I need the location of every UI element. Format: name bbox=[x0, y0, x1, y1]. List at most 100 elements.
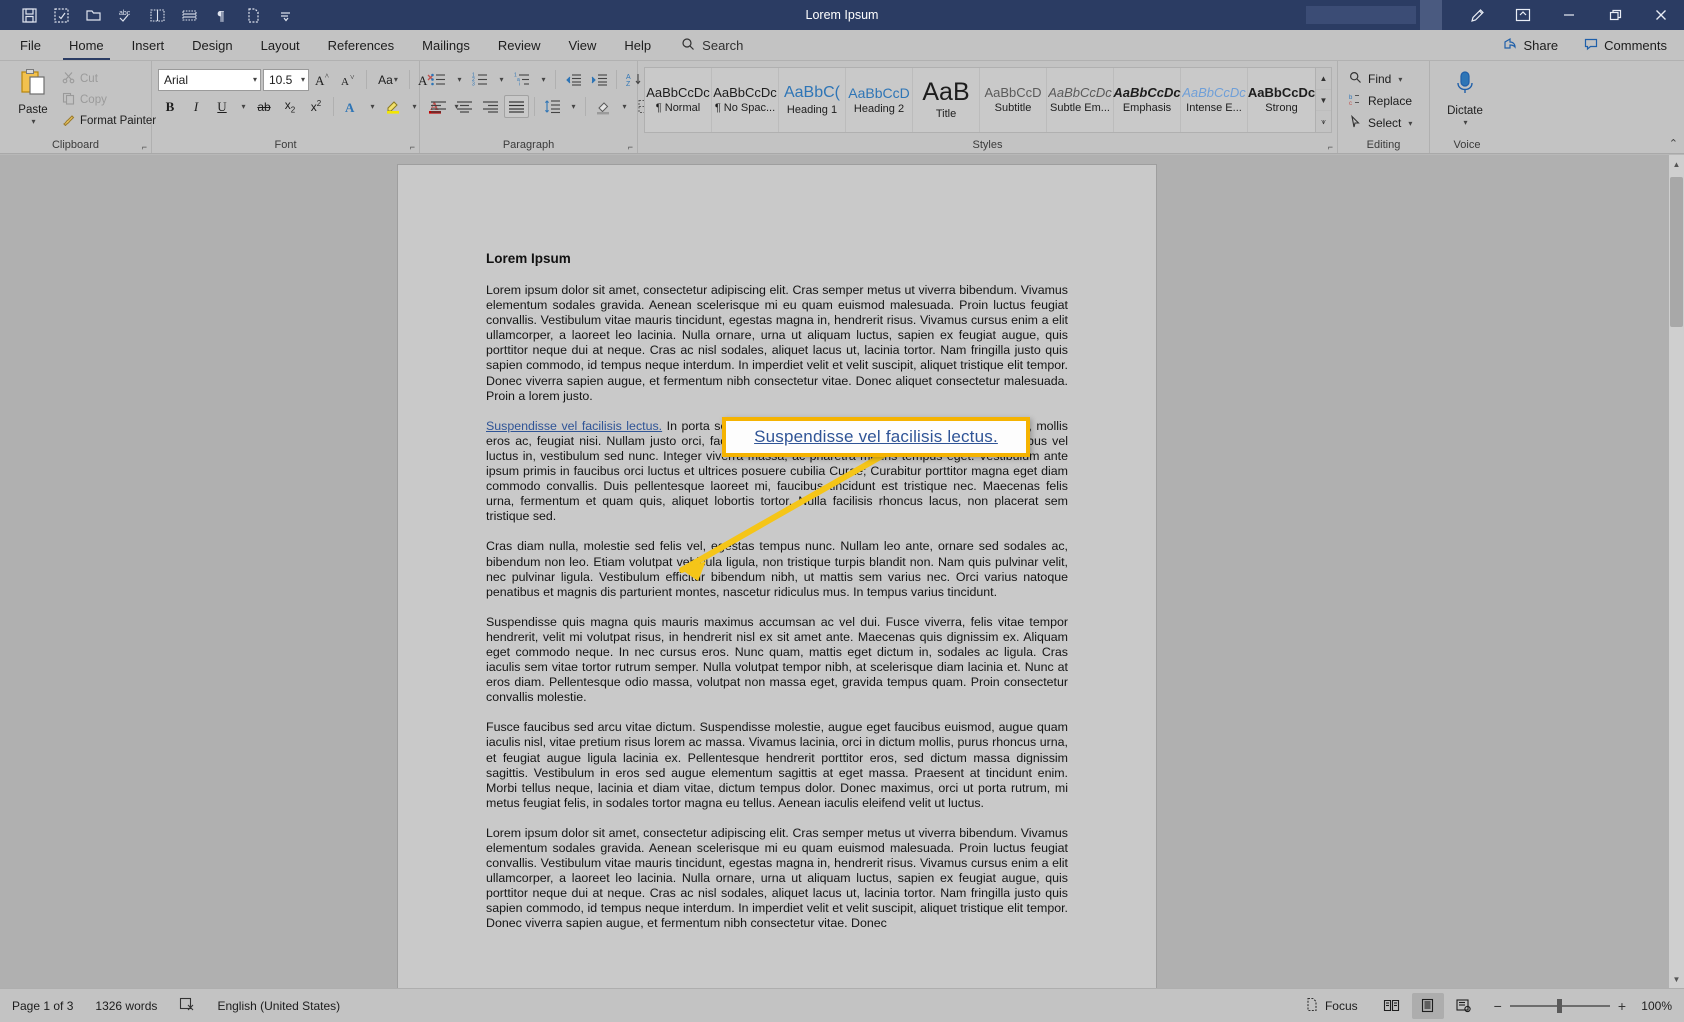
word-count[interactable]: 1326 words bbox=[95, 999, 157, 1013]
tab-mailings[interactable]: Mailings bbox=[408, 31, 484, 60]
vertical-scrollbar[interactable]: ▲ ▼ bbox=[1669, 155, 1684, 988]
underline-dropdown-icon[interactable]: ▾ bbox=[236, 95, 250, 118]
tab-help[interactable]: Help bbox=[610, 31, 665, 60]
highlight-dropdown-icon[interactable]: ▾ bbox=[407, 95, 421, 118]
align-center-button[interactable] bbox=[452, 95, 476, 118]
zoom-in-button[interactable]: + bbox=[1618, 998, 1626, 1014]
underline-button[interactable]: U bbox=[210, 95, 234, 118]
new-doc-icon[interactable] bbox=[238, 2, 268, 28]
styles-dialog-launcher[interactable]: ⌐ bbox=[1328, 142, 1333, 152]
language-indicator[interactable]: English (United States) bbox=[217, 999, 340, 1013]
scrollbar-thumb[interactable] bbox=[1670, 177, 1683, 327]
collapse-ribbon-icon[interactable]: ⌃ bbox=[1669, 137, 1678, 150]
search-box[interactable]: Search bbox=[681, 31, 743, 60]
styles-more-icon[interactable]: ⩛ bbox=[1316, 111, 1331, 132]
find-dropdown-icon[interactable]: ▾ bbox=[1398, 75, 1402, 84]
close-button[interactable] bbox=[1638, 0, 1684, 30]
font-name-combo[interactable]: Arial ▾ bbox=[158, 68, 261, 91]
align-right-button[interactable] bbox=[478, 95, 502, 118]
italic-button[interactable]: I bbox=[184, 95, 208, 118]
table-icon[interactable] bbox=[174, 2, 204, 28]
shrink-font-button[interactable]: A ˅ bbox=[337, 68, 361, 91]
change-case-button[interactable]: Aa ▾ bbox=[372, 68, 404, 91]
view-web-layout[interactable] bbox=[1448, 993, 1480, 1019]
paragraph-marks-icon[interactable]: ¶ bbox=[206, 2, 236, 28]
numbering-button[interactable]: 1 2 3 bbox=[468, 68, 492, 91]
zoom-level[interactable]: 100% bbox=[1634, 999, 1672, 1013]
view-read-mode[interactable] bbox=[1376, 993, 1408, 1019]
grow-font-button[interactable]: A ^ bbox=[311, 68, 335, 91]
styles-scroll-down-icon[interactable]: ▼ bbox=[1316, 90, 1331, 112]
style-no-spacing[interactable]: AaBbCcDc ¶ No Spac... bbox=[712, 68, 779, 132]
font-dialog-launcher[interactable]: ⌐ bbox=[410, 142, 415, 152]
cut-button[interactable]: Cut bbox=[58, 69, 160, 89]
line-spacing-dropdown-icon[interactable]: ▾ bbox=[566, 95, 580, 118]
spelling-icon[interactable]: abc bbox=[110, 2, 140, 28]
line-spacing-button[interactable] bbox=[540, 95, 564, 118]
select-button[interactable]: Select ▾ bbox=[1344, 113, 1417, 133]
scroll-up-icon[interactable]: ▲ bbox=[1669, 155, 1684, 173]
shading-button[interactable] bbox=[591, 95, 615, 118]
replace-button[interactable]: b c Replace bbox=[1344, 91, 1417, 111]
multilevel-dropdown-icon[interactable]: ▾ bbox=[536, 68, 550, 91]
style-intense-emphasis[interactable]: AaBbCcDc Intense E... bbox=[1181, 68, 1248, 132]
restore-button[interactable] bbox=[1592, 0, 1638, 30]
strikethrough-button[interactable]: ab bbox=[252, 95, 276, 118]
style-subtle-emphasis[interactable]: AaBbCcDc Subtle Em... bbox=[1047, 68, 1114, 132]
numbering-dropdown-icon[interactable]: ▾ bbox=[494, 68, 508, 91]
tab-file[interactable]: File bbox=[6, 31, 55, 60]
tab-view[interactable]: View bbox=[554, 31, 610, 60]
open-icon[interactable] bbox=[78, 2, 108, 28]
find-button[interactable]: Find ▾ bbox=[1344, 69, 1417, 89]
increase-indent-button[interactable] bbox=[587, 68, 611, 91]
superscript-button[interactable]: x2 bbox=[304, 95, 328, 118]
minimize-button[interactable] bbox=[1546, 0, 1592, 30]
paste-button[interactable]: Paste ▾ bbox=[10, 65, 56, 131]
style-strong[interactable]: AaBbCcDc Strong bbox=[1248, 68, 1315, 132]
zoom-slider-thumb[interactable] bbox=[1556, 998, 1562, 1013]
shading-dropdown-icon[interactable]: ▾ bbox=[617, 95, 631, 118]
bold-button[interactable]: B bbox=[158, 95, 182, 118]
focus-button[interactable]: Focus bbox=[1304, 997, 1358, 1015]
subscript-button[interactable]: x2 bbox=[278, 95, 302, 118]
tab-review[interactable]: Review bbox=[484, 31, 555, 60]
align-left-button[interactable] bbox=[426, 95, 450, 118]
style-normal[interactable]: AaBbCcDc ¶ Normal bbox=[645, 68, 712, 132]
bullets-button[interactable] bbox=[426, 68, 450, 91]
text-highlight-button[interactable] bbox=[381, 95, 405, 118]
comments-button[interactable]: Comments bbox=[1575, 33, 1676, 58]
dictate-button[interactable]: Dictate ▾ bbox=[1436, 65, 1494, 127]
style-heading-2[interactable]: AaBbCcD Heading 2 bbox=[846, 68, 913, 132]
justify-button[interactable] bbox=[504, 95, 529, 118]
text-effects-dropdown-icon[interactable]: ▾ bbox=[365, 95, 379, 118]
tab-design[interactable]: Design bbox=[178, 31, 246, 60]
paste-dropdown-icon[interactable]: ▾ bbox=[31, 117, 35, 126]
customize-qat-icon[interactable] bbox=[270, 2, 300, 28]
autosave-icon[interactable] bbox=[46, 2, 76, 28]
style-heading-1[interactable]: AaBbC( Heading 1 bbox=[779, 68, 846, 132]
styles-scroll-up-icon[interactable]: ▲ bbox=[1316, 68, 1331, 90]
decrease-indent-button[interactable] bbox=[561, 68, 585, 91]
view-print-layout[interactable] bbox=[1411, 992, 1444, 1019]
style-emphasis[interactable]: AaBbCcDc Emphasis bbox=[1113, 68, 1181, 132]
read-aloud-icon[interactable] bbox=[142, 2, 172, 28]
page-indicator[interactable]: Page 1 of 3 bbox=[12, 999, 73, 1013]
style-subtitle[interactable]: AaBbCcD Subtitle bbox=[980, 68, 1047, 132]
copy-button[interactable]: Copy bbox=[58, 90, 160, 110]
proofing-status[interactable] bbox=[179, 996, 195, 1015]
format-painter-button[interactable]: Format Painter bbox=[58, 111, 160, 131]
draw-pen-icon[interactable] bbox=[1454, 0, 1500, 30]
paragraph-dialog-launcher[interactable]: ⌐ bbox=[628, 142, 633, 152]
clipboard-dialog-launcher[interactable]: ⌐ bbox=[142, 142, 147, 152]
document-hyperlink[interactable]: Suspendisse vel facilisis lectus. bbox=[486, 419, 662, 433]
zoom-slider[interactable] bbox=[1509, 998, 1610, 1013]
multilevel-list-button[interactable]: 1 a i bbox=[510, 68, 534, 91]
style-title[interactable]: AaB Title bbox=[913, 68, 980, 132]
tab-insert[interactable]: Insert bbox=[118, 31, 179, 60]
tab-home[interactable]: Home bbox=[55, 31, 118, 60]
bullets-dropdown-icon[interactable]: ▾ bbox=[452, 68, 466, 91]
tab-references[interactable]: References bbox=[314, 31, 408, 60]
tab-layout[interactable]: Layout bbox=[247, 31, 314, 60]
text-effects-button[interactable]: A bbox=[339, 95, 363, 118]
share-button[interactable]: Share bbox=[1494, 33, 1567, 58]
